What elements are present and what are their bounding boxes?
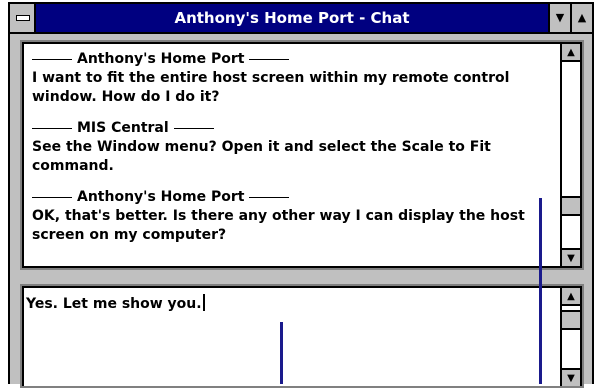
transcript-content: Anthony's Home Port I want to fit the en… [32,50,556,257]
compose-content: Yes. Let me show you. [26,294,556,314]
message-text: OK, that's better. Is there any other wa… [32,208,525,243]
chat-message: MIS Central See the Window menu? Open it… [32,119,556,176]
input-text: Yes. Let me show you. [26,296,202,312]
chat-message: Anthony's Home Port I want to fit the en… [32,50,556,107]
sender-line: MIS Central [32,119,556,138]
arrow-down-icon: ▼ [567,253,575,264]
divider [249,197,290,198]
minimize-icon: ▼ [555,11,565,24]
sender-line: Anthony's Home Port [32,188,556,207]
divider [32,197,72,198]
scroll-down-button[interactable]: ▼ [562,248,580,266]
scroll-down-button[interactable]: ▼ [562,368,580,386]
system-menu-icon [16,15,30,21]
divider [173,128,214,129]
sender-line: Anthony's Home Port [32,50,556,69]
text-cursor [202,294,205,311]
callout-line [280,322,283,384]
arrow-down-icon: ▼ [567,373,575,384]
scroll-up-button[interactable]: ▲ [562,288,580,306]
sender-name: Anthony's Home Port [77,189,245,205]
arrow-up-icon: ▲ [567,47,575,58]
scroll-thumb[interactable] [562,310,580,330]
message-text: I want to fit the entire host screen wit… [32,70,510,105]
minimize-button[interactable]: ▼ [548,4,570,32]
divider [249,59,290,60]
title-bar[interactable]: Anthony's Home Port - Chat ▼ ▲ [10,4,592,34]
window-title: Anthony's Home Port - Chat [174,9,410,27]
chat-transcript[interactable]: Anthony's Home Port I want to fit the en… [20,40,584,270]
transcript-scrollbar[interactable]: ▲ ▼ [560,44,580,266]
message-text: See the Window menu? Open it and select … [32,139,491,174]
scroll-thumb[interactable] [562,196,580,216]
divider [32,128,72,129]
chat-message: Anthony's Home Port OK, that's better. I… [32,188,556,245]
arrow-up-icon: ▲ [567,291,575,302]
scroll-up-button[interactable]: ▲ [562,44,580,62]
callout-line [539,198,542,384]
chat-window: Anthony's Home Port - Chat ▼ ▲ Anthony's… [8,2,594,388]
sender-name: Anthony's Home Port [77,51,245,67]
message-input[interactable]: Yes. Let me show you. ▲ ▼ [20,284,584,388]
maximize-button[interactable]: ▲ [570,4,592,32]
maximize-icon: ▲ [577,11,587,24]
divider [32,59,72,60]
sender-name: MIS Central [77,120,169,136]
system-menu-button[interactable] [10,4,36,32]
compose-scrollbar[interactable]: ▲ ▼ [560,288,580,386]
